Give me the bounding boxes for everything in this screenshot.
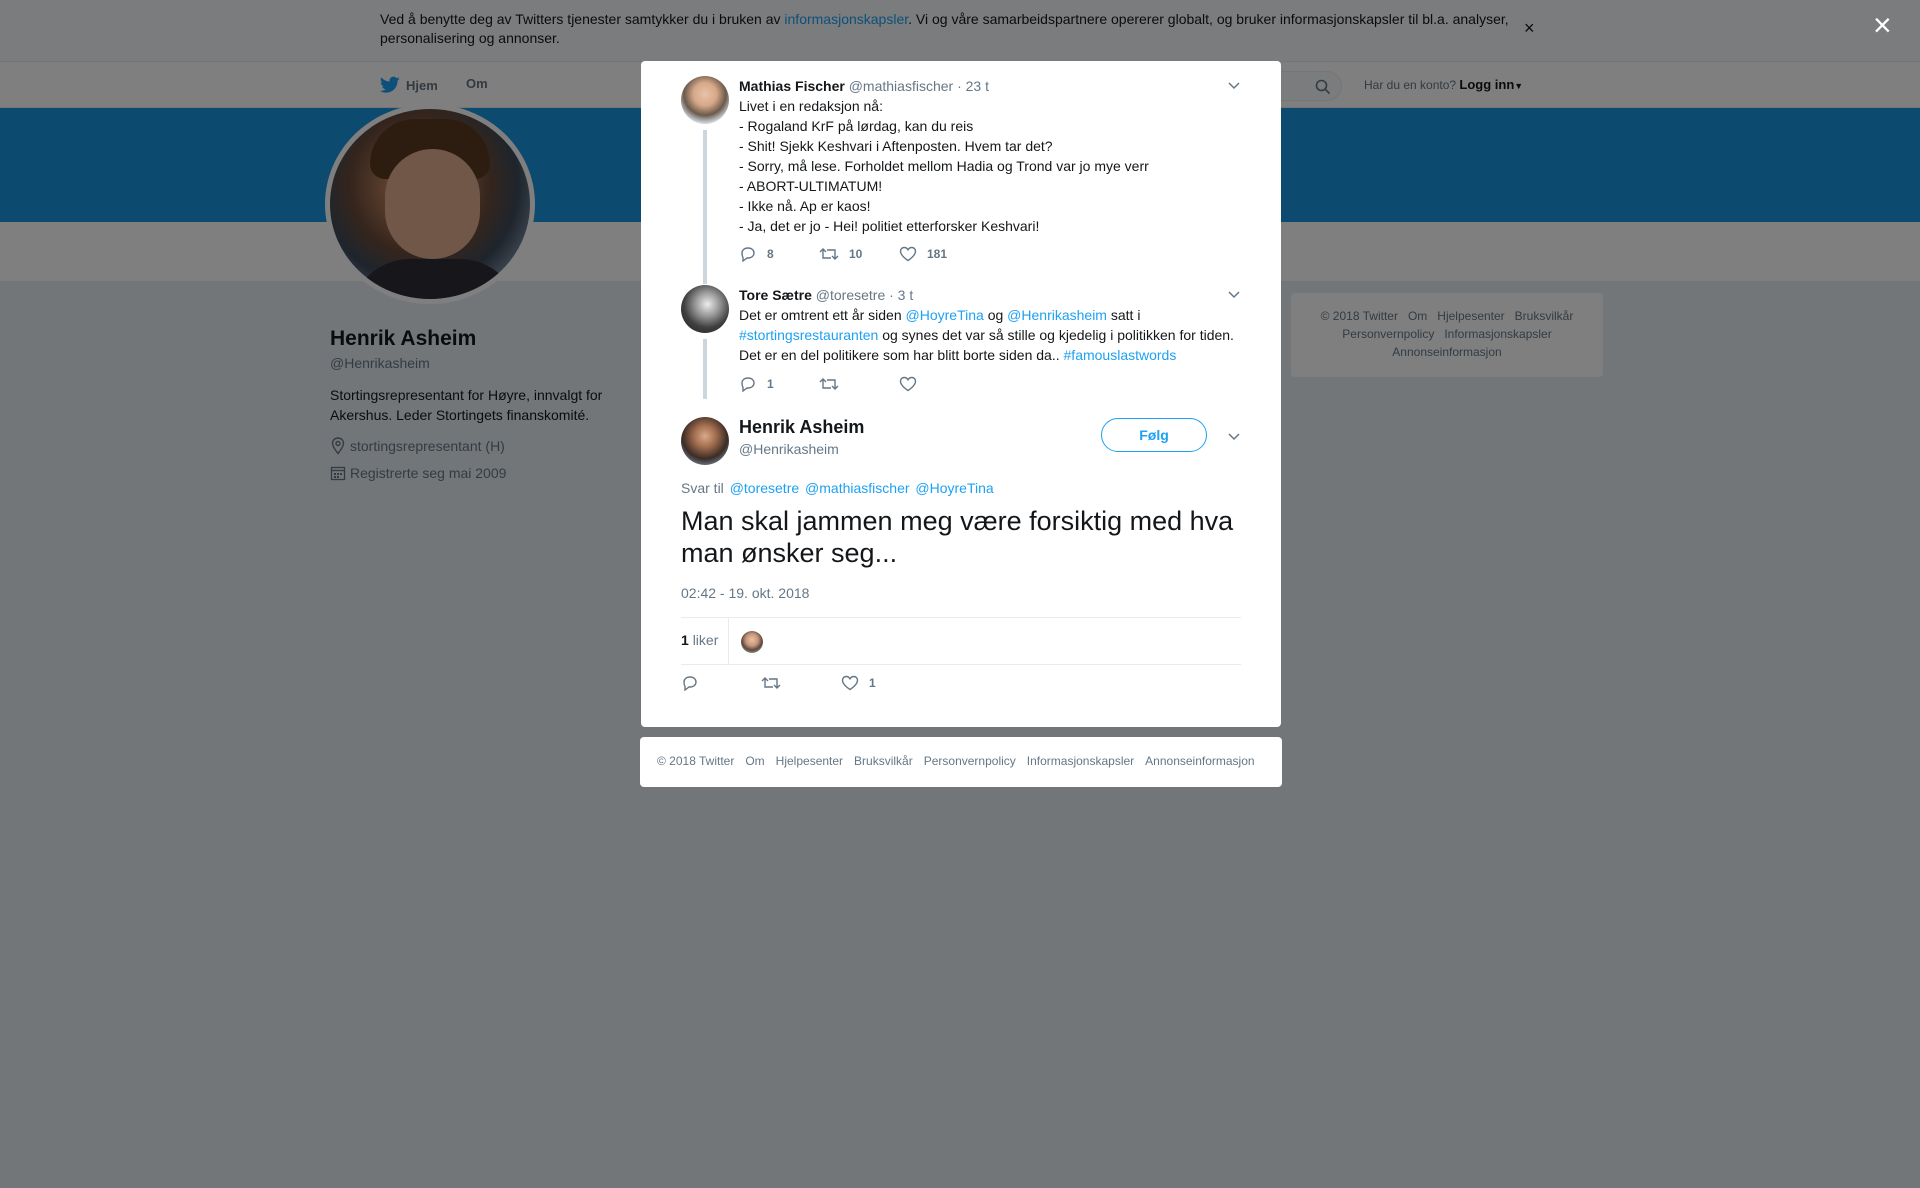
mention-link[interactable]: @Henrikasheim [1007, 307, 1107, 323]
thread-connector [703, 339, 707, 399]
main-tweet-header: Henrik Asheim @Henrikasheim Følg [681, 417, 1241, 467]
likes-stat-count: 1 [681, 632, 689, 648]
reply-icon [741, 377, 755, 392]
tweet-line: Livet i en redaksjon nå: [739, 98, 883, 114]
footer-link-privacy[interactable]: Personvernpolicy [924, 754, 1016, 768]
heart-icon [841, 675, 859, 691]
tweet-text: Livet i en redaksjon nå: - Rogaland KrF … [739, 96, 1239, 236]
tweet-actions: 1 [739, 376, 979, 392]
chevron-down-icon[interactable] [1227, 287, 1241, 301]
tweet-timestamp[interactable]: · 3 t [889, 287, 913, 303]
tweet-line: - Shit! Sjekk Keshvari i Aftenposten. Hv… [739, 138, 1053, 154]
tweet-author-handle[interactable]: @mathiasfischer [849, 78, 953, 94]
thread-tweet[interactable]: Tore Sætre @toresetre · 3 t Det er omtre… [681, 285, 1241, 405]
chevron-down-icon[interactable] [1227, 429, 1241, 443]
tweet-stats: 1 liker [681, 617, 1241, 665]
mention-link[interactable]: @HoyreTina [915, 480, 993, 496]
retweet-button[interactable] [761, 675, 841, 691]
tweet-actions: 8 10 181 [739, 246, 979, 262]
thread-connector [703, 130, 707, 284]
tweet-author-name[interactable]: Tore Sætre [739, 287, 812, 303]
main-tweet-timestamp[interactable]: 02:42 - 19. okt. 2018 [681, 585, 809, 601]
modal-footer: © 2018 Twitter Om Hjelpesenter Bruksvilkår P… [640, 737, 1282, 787]
avatar[interactable] [681, 417, 729, 465]
tweet-text-part: satt i [1106, 307, 1141, 323]
retweet-count: 10 [849, 247, 863, 261]
chevron-down-icon[interactable] [1227, 78, 1241, 92]
hashtag-link[interactable]: #famouslastwords [1064, 347, 1177, 363]
tweet-author-name[interactable]: Mathias Fischer [739, 78, 845, 94]
reply-to-label: Svar til [681, 480, 724, 496]
stats-divider [728, 618, 729, 665]
retweet-icon [761, 677, 781, 689]
like-button[interactable]: 1 [841, 675, 921, 691]
avatar[interactable] [681, 76, 729, 124]
like-count: 1 [869, 676, 876, 690]
footer-copyright: © 2018 Twitter [657, 754, 735, 768]
retweet-button[interactable] [819, 376, 899, 392]
tweet-line: - Rogaland KrF på lørdag, kan du reis [739, 118, 974, 134]
footer-link-terms[interactable]: Bruksvilkår [854, 754, 913, 768]
reply-button[interactable] [681, 675, 761, 691]
tweet-line: - Ikke nå. Ap er kaos! [739, 198, 871, 214]
tweet-header: Mathias Fischer @mathiasfischer · 23 t [739, 76, 989, 96]
likes-stat-label: liker [692, 632, 719, 648]
footer-link-about[interactable]: Om [745, 754, 764, 768]
tweet-line: - Ja, det er jo - Hei! politiet etterfor… [739, 218, 1040, 234]
reply-button[interactable]: 8 [739, 246, 819, 262]
tweet-author-handle[interactable]: @toresetre [816, 287, 885, 303]
main-tweet-actions: 1 [681, 675, 921, 691]
retweet-icon [819, 378, 839, 390]
likes-stat[interactable]: 1 liker [681, 632, 718, 648]
mention-link[interactable]: @HoyreTina [906, 307, 984, 323]
retweet-button[interactable]: 10 [819, 246, 899, 262]
tweet-text-part: og [983, 307, 1008, 323]
main-tweet-author-name[interactable]: Henrik Asheim [739, 417, 864, 438]
main-tweet-text: Man skal jammen meg være forsiktig med h… [681, 506, 1234, 568]
mention-link[interactable]: @toresetre [730, 480, 799, 496]
heart-icon [899, 376, 917, 392]
retweet-icon [819, 248, 839, 260]
main-tweet-author-handle[interactable]: @Henrikasheim [739, 441, 839, 457]
reply-icon [741, 247, 755, 262]
like-button[interactable]: 181 [899, 246, 979, 262]
tweet-text: Det er omtrent ett år siden @HoyreTina o… [739, 305, 1239, 365]
mention-link[interactable]: @mathiasfischer [805, 480, 909, 496]
hashtag-link[interactable]: #stortingsrestauranten [739, 327, 878, 343]
reply-count: 1 [767, 377, 774, 391]
like-button[interactable] [899, 376, 979, 392]
tweet-line: - Sorry, må lese. Forholdet mellom Hadia… [739, 158, 1149, 174]
tweet-modal: Mathias Fischer @mathiasfischer · 23 t L… [641, 61, 1281, 727]
reply-to-line: Svar til @toresetre @mathiasfischer @Hoy… [681, 480, 994, 496]
like-count: 181 [927, 247, 948, 261]
tweet-text-part: Det er omtrent ett år siden [739, 307, 906, 323]
liker-avatar[interactable] [741, 631, 763, 653]
footer-link-cookies[interactable]: Informasjonskapsler [1027, 754, 1134, 768]
reply-button[interactable]: 1 [739, 376, 819, 392]
thread-tweet[interactable]: Mathias Fischer @mathiasfischer · 23 t L… [681, 76, 1241, 284]
reply-count: 8 [767, 247, 774, 261]
tweet-header: Tore Sætre @toresetre · 3 t [739, 285, 913, 305]
footer-link-ads-info[interactable]: Annonseinformasjon [1145, 754, 1254, 768]
tweet-timestamp[interactable]: · 23 t [957, 78, 989, 94]
reply-icon [683, 676, 697, 691]
footer-link-help[interactable]: Hjelpesenter [776, 754, 843, 768]
tweet-line: - ABORT-ULTIMATUM! [739, 178, 883, 194]
heart-icon [899, 246, 917, 262]
avatar[interactable] [681, 285, 729, 333]
close-modal-icon[interactable]: × [1873, 9, 1892, 41]
follow-button[interactable]: Følg [1101, 418, 1207, 452]
